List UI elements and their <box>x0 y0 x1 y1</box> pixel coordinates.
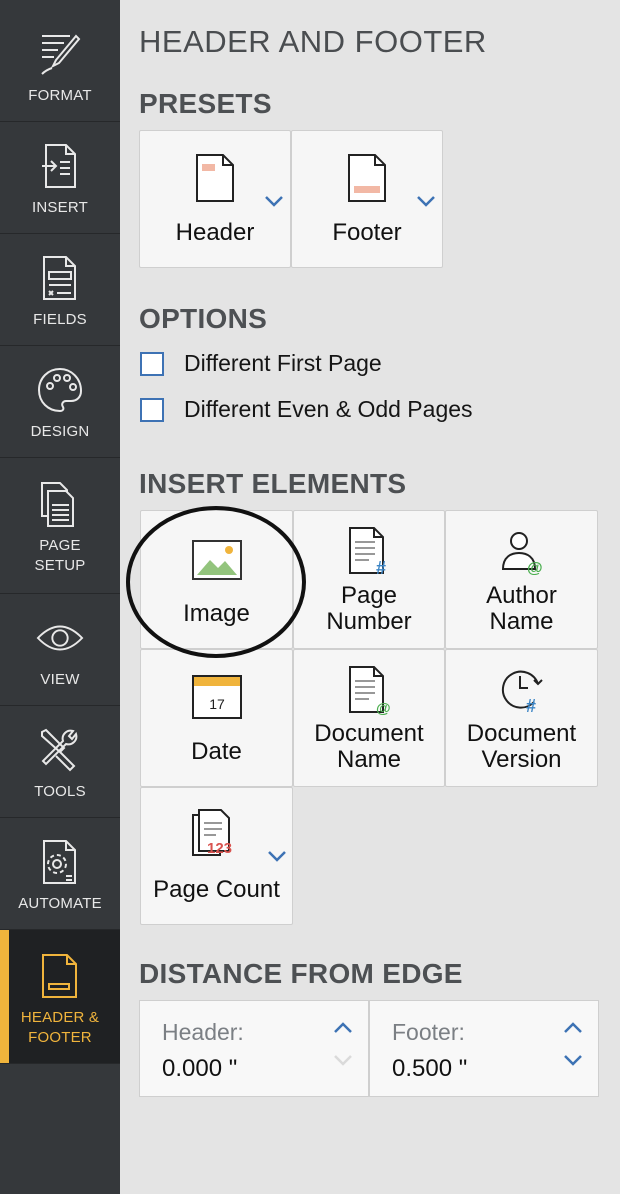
sidebar-item-page-setup[interactable]: PAGE SETUP <box>0 458 120 594</box>
insert-date-button[interactable]: 17 Date <box>140 649 293 787</box>
sidebar-item-label: FIELDS <box>33 311 87 328</box>
footer-distance-label: Footer: <box>392 1019 465 1045</box>
header-distance-value: 0.000 " <box>162 1055 238 1082</box>
header-distance-field[interactable]: Header: 0.000 " <box>139 1000 369 1097</box>
different-first-page-label: Different First Page <box>184 350 382 376</box>
insert-document-version-button[interactable]: # Document Version <box>445 649 598 787</box>
highlight-circle <box>126 506 306 658</box>
insert-document-icon <box>36 142 84 190</box>
page-setup-icon <box>36 480 84 528</box>
insert-date-label: Date <box>191 738 242 765</box>
svg-text:@: @ <box>527 560 543 575</box>
eye-icon <box>36 614 84 662</box>
fields-document-icon <box>36 254 84 302</box>
header-preset-label: Header <box>175 219 255 246</box>
insert-author-name-button[interactable]: @ Author Name <box>445 510 598 649</box>
panel-title: HEADER AND FOOTER <box>139 24 487 59</box>
distance-from-edge-heading: DISTANCE FROM EDGE <box>139 958 463 989</box>
svg-text:123: 123 <box>207 840 232 857</box>
insert-elements-heading: INSERT ELEMENTS <box>139 468 407 499</box>
pen-icon <box>36 30 84 78</box>
sidebar: FORMAT INSERT FIELDS DESIGN PAGE SETUP V… <box>0 0 120 1194</box>
calendar-icon: 17 <box>191 675 242 719</box>
page-number-icon: # <box>349 527 386 577</box>
insert-document-name-label: Document Name <box>314 720 424 773</box>
header-page-icon <box>196 154 234 202</box>
insert-document-version-label: Document Version <box>466 720 577 773</box>
automate-document-icon <box>36 838 84 886</box>
insert-page-count-label: Page Count <box>153 876 280 903</box>
header-distance-label: Header: <box>162 1019 244 1045</box>
chevron-down-icon[interactable] <box>562 1053 584 1069</box>
sidebar-item-label: AUTOMATE <box>18 895 102 912</box>
author-icon: @ <box>501 532 543 575</box>
presets-heading: PRESETS <box>139 88 272 119</box>
tools-icon <box>36 726 84 774</box>
sidebar-item-format[interactable]: FORMAT <box>0 0 120 122</box>
sidebar-item-label: VIEW <box>40 671 80 688</box>
sidebar-item-label: DESIGN <box>30 423 90 440</box>
sidebar-item-label: HEADER & FOOTER <box>20 1009 100 1046</box>
footer-preset-button[interactable]: Footer <box>291 130 443 268</box>
different-even-odd-option[interactable]: Different Even & Odd Pages <box>140 396 473 423</box>
header-footer-panel: HEADER AND FOOTER PRESETS Header Footer … <box>120 0 620 1194</box>
sidebar-item-fields[interactable]: FIELDS <box>0 234 120 346</box>
chevron-down-icon[interactable] <box>416 194 436 208</box>
chevron-up-icon[interactable] <box>332 1019 354 1035</box>
sidebar-item-automate[interactable]: AUTOMATE <box>0 818 120 930</box>
different-first-page-option[interactable]: Different First Page <box>140 350 382 377</box>
insert-page-count-button[interactable]: 123 Page Count <box>140 787 293 925</box>
sidebar-item-label: TOOLS <box>34 783 86 800</box>
chevron-down-icon[interactable] <box>267 849 287 863</box>
header-preset-button[interactable]: Header <box>139 130 291 268</box>
sidebar-item-header-footer[interactable]: HEADER & FOOTER <box>0 930 120 1064</box>
document-version-icon: # <box>501 670 543 714</box>
different-even-odd-label: Different Even & Odd Pages <box>184 396 473 422</box>
different-even-odd-checkbox[interactable] <box>140 397 164 422</box>
insert-page-number-button[interactable]: # Page Number <box>293 510 445 649</box>
different-first-page-checkbox[interactable] <box>140 351 164 376</box>
chevron-down-icon[interactable] <box>264 194 284 208</box>
sidebar-item-tools[interactable]: TOOLS <box>0 706 120 818</box>
footer-preset-label: Footer <box>332 219 402 246</box>
footer-page-icon <box>348 154 386 202</box>
svg-text:#: # <box>526 696 536 714</box>
chevron-up-icon[interactable] <box>562 1019 584 1035</box>
chevron-down-icon[interactable] <box>332 1053 354 1069</box>
svg-text:17: 17 <box>209 696 225 712</box>
insert-author-name-label: Author Name <box>486 582 557 635</box>
insert-document-name-button[interactable]: @ Document Name <box>293 649 445 787</box>
sidebar-item-label: PAGE SETUP <box>34 537 86 574</box>
footer-distance-value: 0.500 " <box>392 1055 468 1082</box>
options-heading: OPTIONS <box>139 303 268 334</box>
sidebar-item-view[interactable]: VIEW <box>0 594 120 706</box>
page-count-icon: 123 <box>191 809 232 857</box>
svg-text:@: @ <box>376 700 391 716</box>
header-footer-icon <box>36 952 84 1000</box>
palette-icon <box>36 366 84 414</box>
svg-text:#: # <box>376 558 386 577</box>
sidebar-item-design[interactable]: DESIGN <box>0 346 120 458</box>
sidebar-item-insert[interactable]: INSERT <box>0 122 120 234</box>
footer-distance-field[interactable]: Footer: 0.500 " <box>369 1000 599 1097</box>
insert-page-number-label: Page Number <box>326 582 412 635</box>
document-name-icon: @ <box>349 666 391 716</box>
sidebar-item-label: INSERT <box>32 199 88 216</box>
active-indicator <box>0 930 9 1063</box>
sidebar-item-label: FORMAT <box>28 87 92 104</box>
